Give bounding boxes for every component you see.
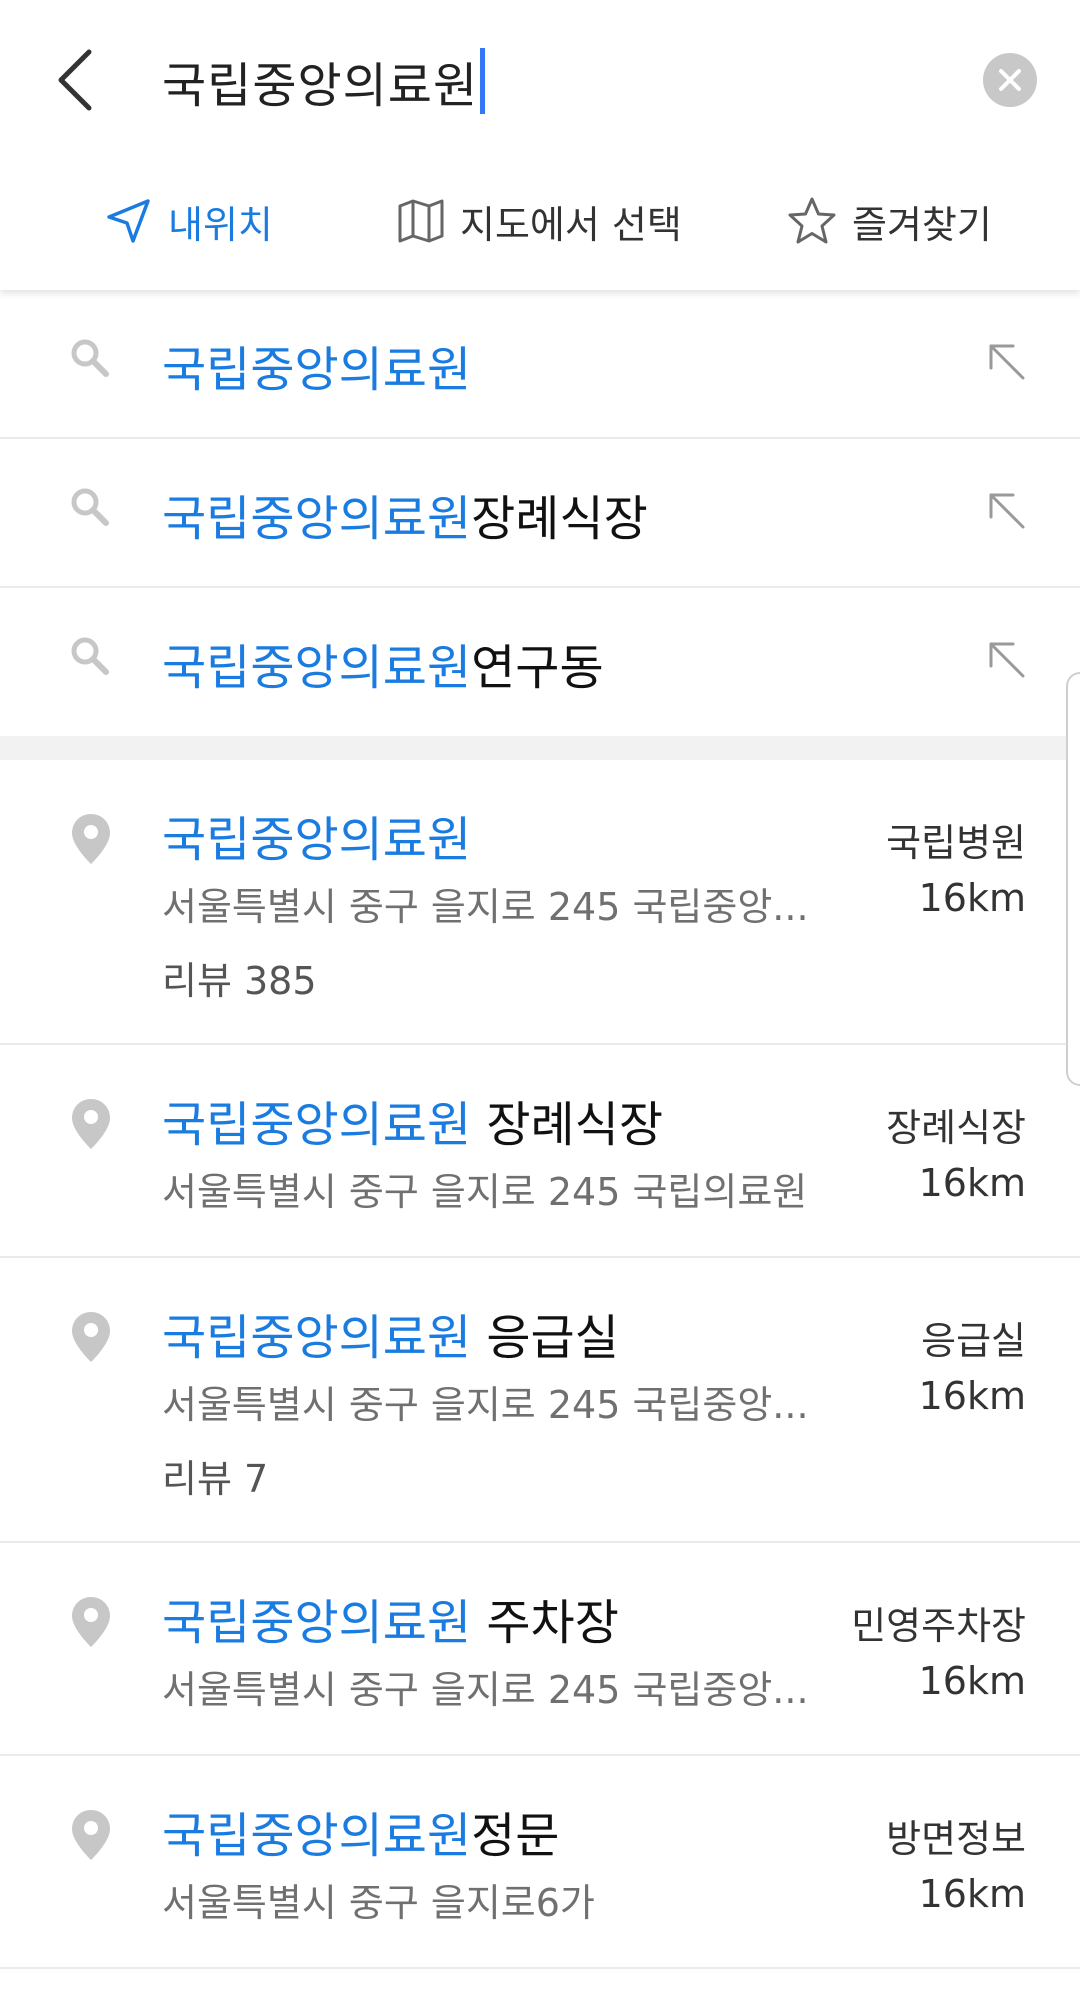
place-title: 국립중앙의료원 응급실 (162, 1298, 619, 1368)
place-results: 국립중앙의료원 국립병원 서울특별시 중구 을지로 245 국립중앙... 16… (0, 760, 1080, 1969)
map-pin-icon (70, 1808, 112, 1866)
place-title-match: 국립중앙의료원 (162, 1097, 472, 1153)
place-address: 서울특별시 중구 을지로 245 국립중앙... (162, 1668, 809, 1712)
place-title: 국립중앙의료원정문 (162, 1796, 559, 1866)
suggestion-match: 국립중앙의료원 (162, 342, 472, 398)
place-title-match: 국립중앙의료원 (162, 1310, 472, 1366)
place-result-item[interactable]: 국립중앙의료원 응급실 응급실 서울특별시 중구 을지로 245 국립중앙...… (0, 1258, 1080, 1543)
place-address: 서울특별시 중구 을지로 245 국립의료원 (162, 1170, 808, 1214)
place-category: 방면정보 (886, 1817, 1026, 1861)
place-title-rest: 주차장 (471, 1595, 619, 1651)
section-divider (0, 736, 1080, 760)
place-result-item[interactable]: 국립중앙의료원정문 방면정보 서울특별시 중구 을지로6가 16km (0, 1756, 1080, 1969)
search-icon (68, 336, 112, 384)
place-title-match: 국립중앙의료원 (162, 1808, 472, 1864)
search-icon (68, 634, 112, 682)
filter-select-on-map-label: 지도에서 선택 (460, 202, 682, 247)
suggestion-match: 국립중앙의료원 (162, 491, 472, 547)
place-category: 응급실 (921, 1319, 1026, 1363)
filter-my-location[interactable]: 내위치 (104, 178, 273, 264)
place-address: 서울특별시 중구 을지로 245 국립중앙... (162, 885, 809, 929)
place-distance: 16km (918, 1659, 1026, 1703)
place-category: 장례식장 (886, 1106, 1026, 1150)
suggestion-item[interactable]: 국립중앙의료원연구동 (0, 588, 1080, 734)
place-distance: 16km (918, 1374, 1026, 1418)
suggestion-match: 국립중앙의료원 (162, 640, 472, 696)
suggestion-text: 국립중앙의료원장례식장 (162, 479, 648, 549)
suggestion-item[interactable]: 국립중앙의료원장례식장 (0, 439, 1080, 588)
place-category: 국립병원 (886, 821, 1026, 865)
location-arrow-icon (104, 196, 154, 246)
text-cursor (480, 48, 486, 114)
place-category: 민영주차장 (851, 1604, 1026, 1648)
search-icon (68, 485, 112, 533)
map-pin-icon (70, 1310, 112, 1368)
filter-favorites-label: 즐겨찾기 (852, 202, 992, 247)
filter-my-location-label: 내위치 (168, 202, 273, 247)
fill-query-arrow-icon[interactable] (985, 638, 1027, 684)
place-title: 국립중앙의료원 주차장 (162, 1583, 619, 1653)
suggestion-item[interactable]: 국립중앙의료원 (0, 290, 1080, 439)
search-filter-tabs: 내위치 지도에서 선택 즐겨찾기 (0, 178, 1080, 264)
place-title-rest: 정문 (471, 1808, 560, 1864)
fill-query-arrow-icon[interactable] (985, 340, 1027, 386)
search-header: 국립중앙의료원 내위치 지도에서 선택 즐겨찾기 (0, 0, 1080, 290)
search-suggestions: 국립중앙의료원 국립중앙의료원장례식장 국립중앙의료원연구동 (0, 290, 1080, 734)
place-title-match: 국립중앙의료원 (162, 812, 472, 868)
place-review-count: 리뷰 385 (162, 959, 317, 1003)
close-icon (999, 69, 1021, 91)
place-review-count: 리뷰 7 (162, 1457, 269, 1501)
map-pin-icon (70, 812, 112, 870)
search-query-text: 국립중앙의료원 (162, 58, 479, 114)
star-icon (786, 195, 838, 247)
suggestion-text: 국립중앙의료원연구동 (162, 628, 604, 698)
map-pin-icon (70, 1097, 112, 1155)
suggestion-rest: 연구동 (471, 640, 604, 696)
map-icon (396, 196, 446, 246)
clear-search-button[interactable] (983, 53, 1037, 107)
filter-favorites[interactable]: 즐겨찾기 (786, 178, 992, 264)
place-title: 국립중앙의료원 (162, 800, 471, 870)
place-distance: 16km (918, 1872, 1026, 1916)
filter-select-on-map[interactable]: 지도에서 선택 (396, 178, 682, 264)
fill-query-arrow-icon[interactable] (985, 489, 1027, 535)
place-result-item[interactable]: 국립중앙의료원 주차장 민영주차장 서울특별시 중구 을지로 245 국립중앙.… (0, 1543, 1080, 1756)
place-address: 서울특별시 중구 을지로6가 (162, 1881, 595, 1925)
scrollbar-handle[interactable] (1066, 672, 1080, 1086)
back-button[interactable] (40, 40, 110, 120)
suggestion-rest: 장례식장 (471, 491, 648, 547)
search-input[interactable]: 국립중앙의료원 (162, 45, 486, 117)
place-title-match: 국립중앙의료원 (162, 1595, 472, 1651)
chevron-left-icon (58, 49, 92, 111)
search-bar: 국립중앙의료원 (0, 0, 1080, 162)
place-address: 서울특별시 중구 을지로 245 국립중앙... (162, 1383, 809, 1427)
map-pin-icon (70, 1595, 112, 1653)
place-distance: 16km (918, 876, 1026, 920)
place-title-rest: 장례식장 (471, 1097, 664, 1153)
place-distance: 16km (918, 1161, 1026, 1205)
place-result-item[interactable]: 국립중앙의료원 국립병원 서울특별시 중구 을지로 245 국립중앙... 16… (0, 760, 1080, 1045)
place-title-rest: 응급실 (471, 1310, 619, 1366)
place-title: 국립중앙의료원 장례식장 (162, 1085, 663, 1155)
suggestion-text: 국립중앙의료원 (162, 330, 471, 400)
place-result-item[interactable]: 국립중앙의료원 장례식장 장례식장 서울특별시 중구 을지로 245 국립의료원… (0, 1045, 1080, 1258)
